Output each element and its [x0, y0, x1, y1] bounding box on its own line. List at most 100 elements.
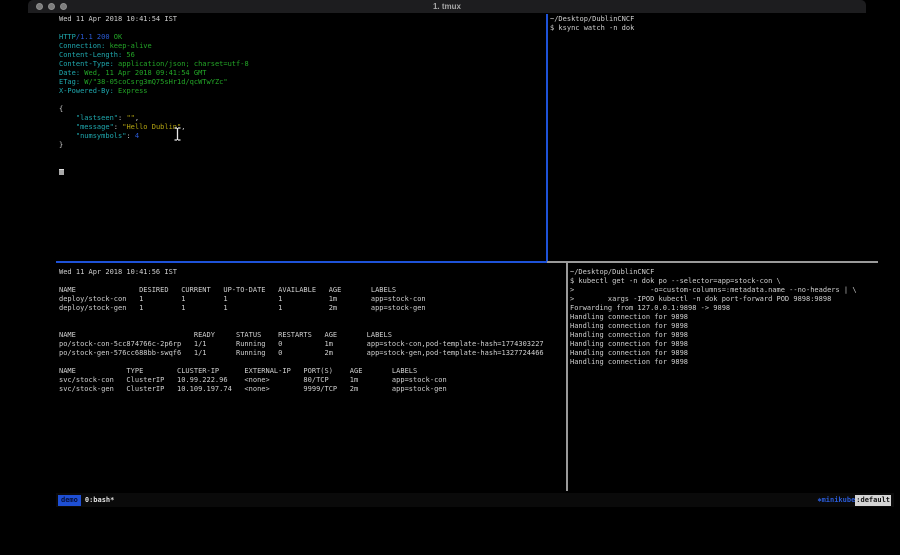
terminal-text	[59, 132, 76, 140]
terminal-text: /1.1 200	[76, 33, 114, 41]
terminal-text: ETag:	[59, 78, 80, 86]
terminal-text: ~/Desktop/DublinCNCF	[550, 15, 634, 23]
terminal-cursor	[59, 169, 64, 175]
kube-namespace-badge: :default	[855, 495, 891, 506]
terminal-line: }	[59, 141, 545, 150]
terminal-window: 1. tmux Wed 11 Apr 2018 10:41:54 IST HTTP…	[28, 0, 866, 507]
terminal-text: Handling connection for 9898	[570, 331, 688, 339]
terminal-text: Handling connection for 9898	[570, 358, 688, 366]
terminal-line: Handling connection for 9898	[570, 331, 893, 340]
terminal-line	[59, 358, 565, 367]
terminal-text: Wed 11 Apr 2018 10:41:54 IST	[59, 15, 177, 23]
terminal-line	[59, 168, 545, 177]
terminal-text: Express	[114, 87, 148, 95]
terminal-text: ~/Desktop/DublinCNCF	[570, 268, 654, 276]
terminal-line: ~/Desktop/DublinCNCF	[550, 15, 893, 24]
terminal-line: deploy/stock-gen 1 1 1 1 2m app=stock-ge…	[59, 304, 565, 313]
terminal-text: keep-alive	[105, 42, 151, 50]
terminal-line: svc/stock-gen ClusterIP 10.109.197.74 <n…	[59, 385, 565, 394]
terminal-line: Content-Type: application/json; charset=…	[59, 60, 545, 69]
terminal-text: application/json; charset=utf-8	[114, 60, 249, 68]
terminal-text: NAME TYPE CLUSTER-IP EXTERNAL-IP PORT(S)…	[59, 367, 417, 375]
pane-divider-vertical-bottom	[566, 263, 568, 491]
terminal-text	[59, 123, 76, 131]
terminal-line: NAME DESIRED CURRENT UP-TO-DATE AVAILABL…	[59, 286, 565, 295]
pane-port-forward[interactable]: ~/Desktop/DublinCNCF$ kubectl get -n dok…	[570, 268, 893, 490]
terminal-text: Content-Type:	[59, 60, 114, 68]
terminal-line: Wed 11 Apr 2018 10:41:54 IST	[59, 15, 545, 24]
pane-ksync-watch[interactable]: ~/Desktop/DublinCNCF$ ksync watch -n dok	[550, 15, 893, 260]
terminal-text: Handling connection for 9898	[570, 322, 688, 330]
window-tab-bash[interactable]: 0:bash*	[85, 493, 115, 507]
pane-divider-horizontal-active	[56, 261, 547, 263]
terminal-line	[59, 159, 545, 168]
terminal-text: Wed 11 Apr 2018 10:41:56 IST	[59, 268, 177, 276]
terminal-text: ,	[135, 114, 139, 122]
session-name-badge: demo	[58, 495, 81, 506]
terminal-text: :	[114, 123, 122, 131]
terminal-line: Handling connection for 9898	[570, 349, 893, 358]
screen: { "window": { "title": "1. tmux" }, "col…	[0, 0, 900, 555]
terminal-text: }	[59, 141, 63, 149]
terminal-line: Connection: keep-alive	[59, 42, 545, 51]
pane-http-response[interactable]: Wed 11 Apr 2018 10:41:54 IST HTTP/1.1 200…	[59, 15, 545, 260]
terminal-line: ETag: W/"38-05coCsrg3mQ75sHr1d/qcWTwYZc"	[59, 78, 545, 87]
terminal-line: X-Powered-By: Express	[59, 87, 545, 96]
terminal-text: NAME DESIRED CURRENT UP-TO-DATE AVAILABL…	[59, 286, 396, 294]
terminal-text: :	[126, 132, 134, 140]
window-title: 1. tmux	[28, 2, 866, 11]
kube-context-label: minikube	[822, 493, 856, 507]
terminal-text: OK	[114, 33, 122, 41]
terminal-line: HTTP/1.1 200 OK	[59, 33, 545, 42]
pane-kubectl-get[interactable]: Wed 11 Apr 2018 10:41:56 IST NAME DESIRED…	[59, 268, 565, 490]
terminal-text: NAME READY STATUS RESTARTS AGE LABELS	[59, 331, 392, 339]
terminal-line: po/stock-con-5cc874766c-2p6rp 1/1 Runnin…	[59, 340, 565, 349]
terminal-text: 4	[135, 132, 139, 140]
terminal-text: Forwarding from 127.0.0.1:9898 -> 9898	[570, 304, 730, 312]
terminal-line: Handling connection for 9898	[570, 313, 893, 322]
terminal-line: Handling connection for 9898	[570, 322, 893, 331]
terminal-text: "message"	[76, 123, 114, 131]
terminal-text: ,	[181, 123, 185, 131]
terminal-text: > xargs -IPOD kubectl -n dok port-forwar…	[570, 295, 831, 303]
terminal-text	[59, 114, 76, 122]
pane-divider-vertical-top	[546, 14, 548, 261]
terminal-text: svc/stock-con ClusterIP 10.99.222.96 <no…	[59, 376, 447, 384]
terminal-text: 56	[122, 51, 135, 59]
terminal-text: deploy/stock-con 1 1 1 1 1m app=stock-co…	[59, 295, 426, 303]
status-right: ⎈ minikube :default	[817, 493, 891, 507]
terminal-line: > xargs -IPOD kubectl -n dok port-forwar…	[570, 295, 893, 304]
terminal-line: svc/stock-con ClusterIP 10.99.222.96 <no…	[59, 376, 565, 385]
terminal-text: Handling connection for 9898	[570, 313, 688, 321]
terminal-text: po/stock-gen-576cc688bb-swqf6 1/1 Runnin…	[59, 349, 544, 357]
terminal-line: NAME TYPE CLUSTER-IP EXTERNAL-IP PORT(S)…	[59, 367, 565, 376]
terminal-text: Wed, 11 Apr 2018 09:41:54 GMT	[80, 69, 206, 77]
terminal-line: po/stock-gen-576cc688bb-swqf6 1/1 Runnin…	[59, 349, 565, 358]
terminal-text: $ kubectl get -n dok po --selector=app=s…	[570, 277, 781, 285]
terminal-text: ""	[126, 114, 134, 122]
terminal-line: Forwarding from 127.0.0.1:9898 -> 9898	[570, 304, 893, 313]
terminal-line: $ ksync watch -n dok	[550, 24, 893, 33]
terminal-text: > -o=custom-columns=:metadata.name --no-…	[570, 286, 857, 294]
terminal-line	[59, 96, 545, 105]
terminal-line: > -o=custom-columns=:metadata.name --no-…	[570, 286, 893, 295]
terminal-text: Handling connection for 9898	[570, 349, 688, 357]
terminal-line: deploy/stock-con 1 1 1 1 1m app=stock-co…	[59, 295, 565, 304]
terminal-line: "message": "Hello Dublin",	[59, 123, 545, 132]
terminal-line	[59, 24, 545, 33]
terminal-text: svc/stock-gen ClusterIP 10.109.197.74 <n…	[59, 385, 447, 393]
terminal-text: po/stock-con-5cc874766c-2p6rp 1/1 Runnin…	[59, 340, 544, 348]
terminal-text: HTTP	[59, 33, 76, 41]
terminal-line	[59, 150, 545, 159]
terminal-line: Wed 11 Apr 2018 10:41:56 IST	[59, 268, 565, 277]
status-bar: demo 0:bash* ⎈ minikube :default	[56, 493, 894, 507]
terminal-text: deploy/stock-gen 1 1 1 1 2m app=stock-ge…	[59, 304, 426, 312]
terminal-line: {	[59, 105, 545, 114]
pane-divider-horizontal	[547, 261, 878, 263]
terminal-line	[59, 313, 565, 322]
terminal-line: "numsymbols": 4	[59, 132, 545, 141]
terminal-text: $ ksync watch -n dok	[550, 24, 634, 32]
terminal-line	[59, 322, 565, 331]
terminal-text: {	[59, 105, 63, 113]
terminal-line: Content-Length: 56	[59, 51, 545, 60]
